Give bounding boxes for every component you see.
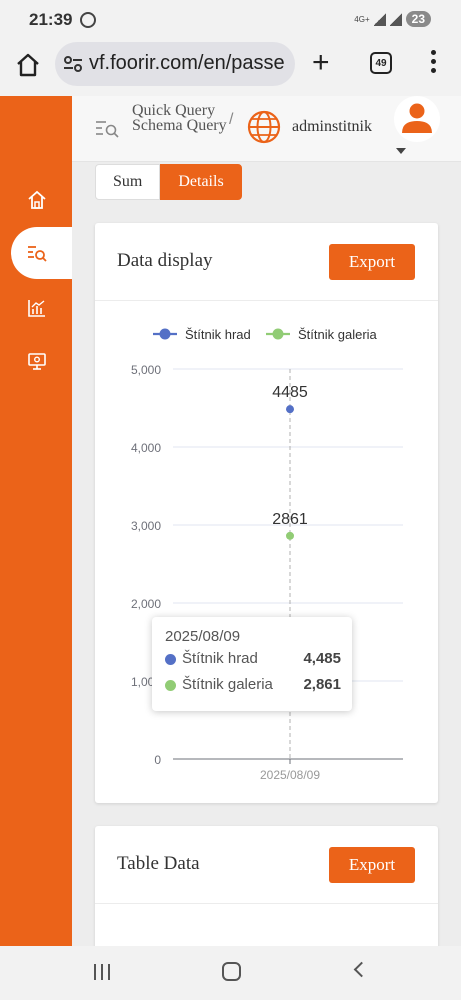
details-tab[interactable]: Details (160, 164, 242, 200)
network-type: 4G+ (354, 14, 370, 24)
chart-tooltip: 2025/08/09 Štítnik hrad 4,485 Štítnik ga… (152, 617, 352, 711)
legend-label: Štítnik hrad (185, 327, 251, 342)
y-tick-label: 4,000 (131, 441, 161, 455)
legend-label: Štítnik galeria (298, 327, 378, 342)
query-icon (96, 121, 119, 138)
query-icon (28, 246, 47, 262)
sidebar-item-query[interactable] (22, 238, 52, 268)
home-button-icon[interactable] (222, 962, 241, 981)
new-tab-icon[interactable]: + (312, 48, 330, 78)
data-display-card: Data display Export Štítnik hrad Štítnik … (95, 223, 438, 803)
avatar[interactable] (394, 96, 440, 142)
site-settings-icon[interactable] (63, 55, 83, 73)
data-label: 4485 (272, 384, 308, 401)
sidebar-item-monitor[interactable] (22, 346, 52, 376)
tooltip-series-value: 2,861 (303, 676, 341, 693)
tab-switcher-button[interactable]: 49 (370, 52, 392, 74)
legend-marker (272, 328, 284, 340)
sidebar-item-analytics[interactable] (22, 293, 52, 323)
signal-icon (373, 12, 386, 26)
status-bar: 21:39 4G+ 23 (0, 0, 461, 40)
whatsapp-icon (80, 12, 96, 28)
x-tick-label: 2025/08/09 (260, 768, 320, 782)
table-data-title: Table Data (117, 853, 200, 874)
series-marker-icon (165, 680, 176, 691)
browser-toolbar: vf.foorir.com/en/passe + 49 (0, 40, 461, 96)
sidebar (0, 96, 72, 946)
y-tick-label: 0 (154, 753, 161, 767)
data-display-title: Data display (117, 250, 213, 271)
battery-indicator: 23 (405, 11, 431, 27)
table-data-header: Table Data Export (95, 826, 438, 904)
browser-menu-icon[interactable] (428, 50, 438, 80)
tooltip-series-name: Štítnik hrad (182, 650, 258, 667)
tooltip-row: Štítnik hrad 4,485 (165, 650, 341, 670)
globe-icon[interactable] (247, 110, 281, 144)
data-display-header: Data display Export (95, 223, 438, 301)
breadcrumb-separator: / (229, 111, 234, 128)
sum-tab[interactable]: Sum (95, 164, 161, 200)
series-marker-icon (165, 654, 176, 665)
back-icon[interactable] (353, 961, 370, 978)
url-text: vf.foorir.com/en/passe (89, 52, 285, 74)
username[interactable]: adminstitnik (292, 118, 372, 136)
system-nav-bar (0, 946, 461, 1000)
recents-icon[interactable] (94, 964, 110, 980)
breadcrumb[interactable]: Quick Query Schema Query (132, 103, 252, 134)
data-label: 2861 (272, 511, 308, 528)
legend-marker (159, 328, 171, 340)
sidebar-item-home[interactable] (22, 185, 52, 215)
scatter-chart[interactable]: Štítnik hrad Štítnik galeria01,0002,0003,… (95, 301, 438, 801)
signal-icon-2 (389, 12, 402, 26)
status-indicators: 4G+ 23 (354, 11, 431, 27)
y-tick-label: 5,000 (131, 363, 161, 377)
data-point (286, 405, 294, 414)
tooltip-title: 2025/08/09 (165, 628, 241, 645)
address-bar[interactable]: vf.foorir.com/en/passe (55, 42, 295, 86)
data-point (286, 531, 294, 540)
home-icon (28, 190, 46, 209)
status-time: 21:39 (29, 10, 73, 29)
y-tick-label: 3,000 (131, 519, 161, 533)
table-data-card: Table Data Export (95, 826, 438, 956)
tooltip-row: Štítnik galeria 2,861 (165, 676, 341, 696)
view-toggle: Sum Details (95, 164, 242, 200)
export-button[interactable]: Export (329, 244, 415, 280)
app-header: Quick Query Schema Query / adminstitnik (72, 96, 461, 162)
tooltip-series-name: Štítnik galeria (182, 676, 273, 693)
browser-home-icon[interactable] (15, 52, 41, 78)
export-button[interactable]: Export (329, 847, 415, 883)
y-tick-label: 2,000 (131, 597, 161, 611)
monitor-settings-icon (28, 353, 46, 370)
chevron-down-icon[interactable] (396, 148, 406, 154)
analytics-icon (28, 300, 45, 317)
tooltip-series-value: 4,485 (303, 650, 341, 667)
